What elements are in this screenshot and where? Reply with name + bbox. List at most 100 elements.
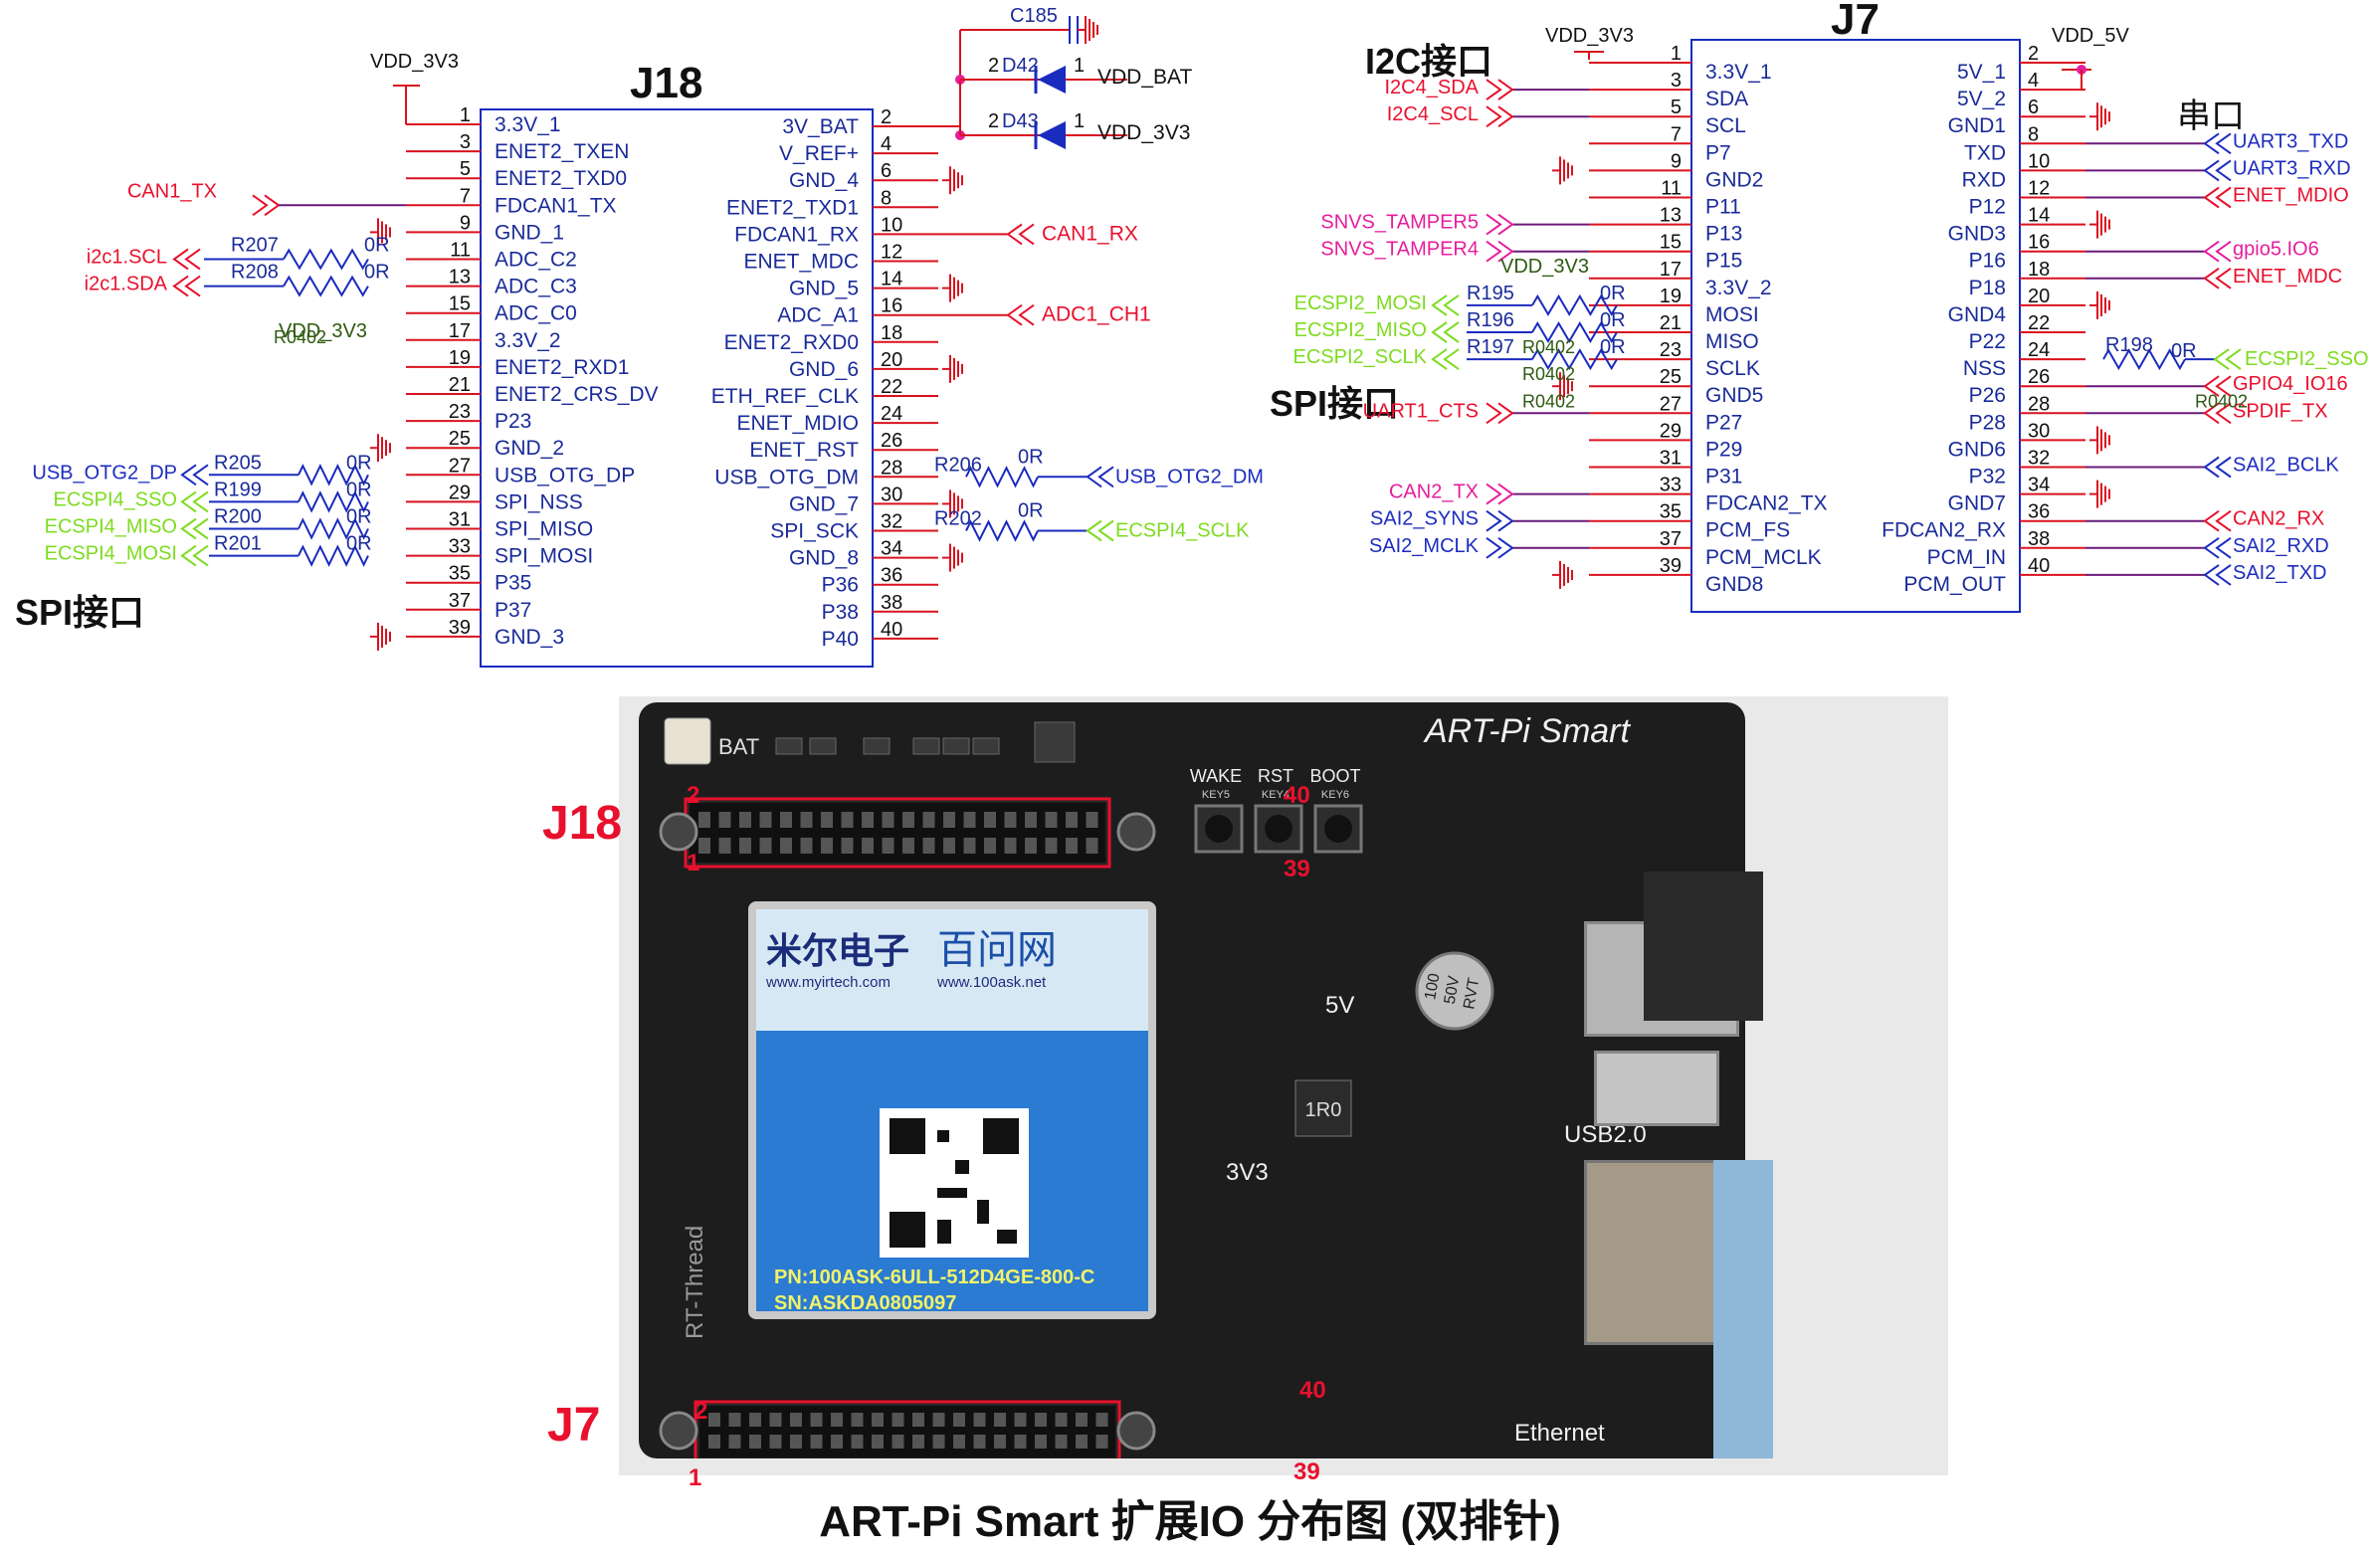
header-pin — [810, 1413, 823, 1427]
mount-hole — [659, 812, 698, 852]
header-pin — [882, 838, 894, 854]
header-pin — [821, 838, 833, 854]
j7-pin-name: RXD — [1962, 168, 2006, 191]
header-pin — [851, 1413, 864, 1427]
net-arrow — [2203, 536, 2232, 559]
header-pin — [1055, 1413, 1068, 1427]
resistor-value: 0R — [346, 452, 372, 474]
j7-pin-name: NSS — [1963, 357, 2006, 380]
j7-pin-number: 3 — [1671, 70, 1682, 92]
j18-pin-name: P40 — [822, 628, 859, 651]
j18-pin-number: 27 — [449, 455, 471, 477]
j18-pin-name: USB_OTG_DM — [714, 466, 859, 488]
j18-pin-name: P23 — [495, 410, 531, 433]
header-pin — [708, 1435, 720, 1449]
resistor-ref: R207 — [231, 235, 279, 257]
j7-net-label: gpio5.IO6 — [2233, 239, 2319, 261]
j18-pin-number: 13 — [449, 267, 471, 289]
cap-ref: C185 — [1010, 5, 1058, 27]
j7-pin-number: 35 — [1660, 501, 1682, 523]
module-brand-url: www.myirtech.com — [765, 974, 891, 991]
j18-pin-number: 9 — [460, 212, 471, 234]
j7-net-label: UART3_TXD — [2233, 130, 2348, 152]
button-ref: KEY5 — [1202, 789, 1230, 801]
header-pin — [759, 838, 772, 854]
j7-pin-number: 10 — [2028, 150, 2050, 172]
j7-pin-name: GND4 — [1948, 303, 2007, 326]
j18-pin-number: 22 — [881, 376, 902, 398]
r0402-label: R0402 — [1522, 337, 1575, 357]
j18-pin-name: ADC_C2 — [495, 249, 577, 272]
j18-pin-name: V_REF+ — [779, 142, 859, 165]
header-pin — [1076, 1435, 1088, 1449]
mount-hole — [1116, 812, 1156, 852]
j18-net-label: CAN1_TX — [127, 180, 217, 202]
vdd-overlay: VDD_3V3 — [1500, 256, 1589, 278]
j7-pin2-mark: 2 — [694, 1398, 708, 1425]
header-pin — [973, 1435, 986, 1449]
j7-pin-number: 5 — [1671, 97, 1682, 118]
j7-net-label: UART3_RXD — [2233, 157, 2351, 179]
header-pin — [862, 812, 874, 828]
header-pin — [994, 1413, 1006, 1427]
usb-device-port — [1594, 1051, 1719, 1126]
r0402-label: R0402 — [1522, 364, 1575, 384]
net-arrow — [2203, 132, 2232, 155]
header-pin — [984, 812, 996, 828]
j7-pin-name: GND3 — [1948, 223, 2006, 246]
j7-pin40-mark: 40 — [1299, 1377, 1326, 1404]
header-pin — [1086, 812, 1098, 828]
resistor-value: 0R — [346, 506, 372, 528]
j7-pin-name: PCM_FS — [1705, 519, 1790, 542]
j7-pin-name: FDCAN2_RX — [1882, 519, 2006, 542]
j18-pin-name: ENET_MDC — [743, 251, 859, 274]
v33-silk: 3V3 — [1226, 1159, 1269, 1186]
net-arrow — [1431, 348, 1460, 370]
net-arrow — [1486, 536, 1514, 559]
resistor-ref: R201 — [214, 533, 262, 555]
j7-pin-name: SDA — [1705, 88, 1748, 110]
j18-pin-name: USB_OTG_DP — [495, 464, 635, 486]
net-arrow — [1431, 321, 1460, 343]
header-pin — [718, 838, 731, 854]
header-pin — [1076, 1413, 1088, 1427]
j7-pin-number: 31 — [1660, 448, 1682, 470]
j7-net-label: SAI2_SYNS — [1370, 508, 1479, 530]
j18-pin-number: 8 — [881, 187, 892, 209]
resistor-value: 0R — [364, 262, 390, 284]
header-pin — [800, 838, 813, 854]
pcb-artwork: BAT 米尔电子 www.myirtech.com 百问网 www.100ask… — [659, 712, 1647, 1458]
j18-pin-number: 1 — [460, 104, 471, 126]
j7-pin-name: SCLK — [1705, 357, 1760, 380]
j7-pin-name: GND8 — [1705, 573, 1763, 596]
header-pin — [984, 838, 996, 854]
j18-net-label: ECSPI4_MOSI — [45, 543, 177, 565]
j7-pin-number: 12 — [2028, 178, 2050, 200]
j7-pin-name: GND1 — [1948, 114, 2006, 137]
header-pin — [994, 1435, 1006, 1449]
j18-pin-number: 16 — [881, 295, 902, 317]
j7-net-label: SAI2_TXD — [2233, 562, 2326, 584]
net-arrow — [1486, 483, 1514, 505]
j7-pin-number: 15 — [1660, 232, 1682, 254]
j18-pin-name: 3.3V_2 — [495, 329, 561, 352]
j7-pin-number: 25 — [1660, 366, 1682, 388]
j7-pin-number: 21 — [1660, 312, 1682, 334]
header-pin — [943, 812, 955, 828]
j18-pin-number: 19 — [449, 347, 471, 369]
j7-pin-number: 37 — [1660, 528, 1682, 550]
j18-pin-name: GND_5 — [789, 278, 859, 300]
header-pin — [902, 812, 914, 828]
j7-pin-name: PCM_IN — [1927, 546, 2006, 569]
j7-pin-number: 34 — [2028, 475, 2050, 496]
resistor-value: 0R — [346, 479, 372, 500]
j18-pin-name: P37 — [495, 599, 531, 622]
j18-pin-number: 18 — [881, 322, 902, 344]
j18-pin-name: GND_4 — [789, 169, 859, 192]
j7-pin-number: 23 — [1660, 339, 1682, 361]
board-photo: BAT 米尔电子 www.myirtech.com 百问网 www.100ask… — [619, 696, 1948, 1475]
header-pin — [1035, 1413, 1047, 1427]
diode-ref: D43 — [1002, 110, 1039, 132]
header-pin — [769, 1413, 782, 1427]
j18-pin-number: 38 — [881, 592, 902, 614]
